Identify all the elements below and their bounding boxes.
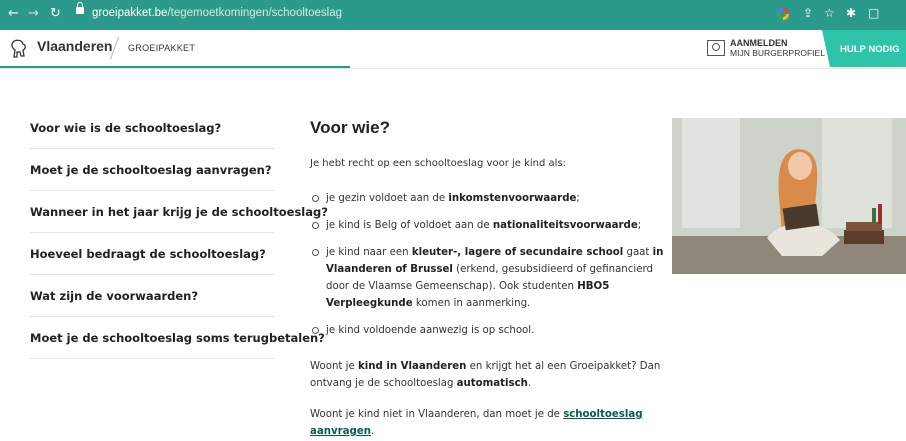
browser-toolbar: ← → ↻ groeipakket.be/tegemoetkomingen/sc… (0, 0, 906, 30)
nav-item-voorwaarden[interactable]: Wat zijn de voorwaarden? (30, 275, 274, 317)
nav-item-bedrag[interactable]: Hoeveel bedraagt de schooltoeslag? (30, 233, 274, 275)
main-content: Voor wie? Je hebt recht op een schooltoe… (310, 118, 665, 437)
url-path: /tegemoetkomingen/schooltoeslag (167, 7, 342, 19)
google-icon[interactable] (777, 8, 789, 20)
apply-paragraph: Woont je kind niet in Vlaanderen, dan mo… (310, 409, 643, 437)
child-reading-photo (672, 118, 906, 274)
share-icon[interactable]: ⇪ (803, 6, 813, 20)
extensions-icon[interactable]: ✱ (846, 6, 856, 20)
site-name[interactable]: GROEIPAKKET (128, 43, 195, 53)
login-link[interactable]: AANMELDEN MIJN BURGERPROFIEL (730, 38, 825, 58)
list-item: je kind naar een kleuter-, lagere of sec… (310, 244, 670, 312)
conditions-list: je gezin voldoet aan de inkomstenvoorwaa… (310, 190, 670, 349)
nav-item-wanneer[interactable]: Wanneer in het jaar krijg je de schoolto… (30, 191, 328, 233)
url-host: groeipakket.be (92, 7, 168, 19)
help-button[interactable]: HULP NODIG (822, 30, 906, 67)
login-sublabel: MIJN BURGERPROFIEL (730, 48, 825, 58)
profile-icon[interactable] (707, 40, 725, 56)
nav-item-terugbetalen[interactable]: Moet je de schooltoeslag soms terugbetal… (30, 317, 325, 359)
nav-item-voor-wie[interactable]: Voor wie is de schooltoeslag? (30, 108, 274, 149)
section-title: Voor wie? (310, 118, 390, 137)
brand-title[interactable]: Vlaanderen (37, 38, 112, 54)
list-item: je gezin voldoet aan de inkomstenvoorwaa… (310, 190, 670, 207)
star-icon[interactable]: ☆ (824, 6, 835, 20)
auto-paragraph: Woont je kind in Vlaanderen en krijgt he… (310, 361, 661, 389)
help-label: HULP NODIG (840, 44, 900, 55)
photo-illustration (672, 118, 906, 274)
address-bar[interactable]: groeipakket.be/tegemoetkomingen/schoolto… (92, 7, 342, 19)
login-label: AANMELDEN (730, 38, 788, 48)
intro-text: Je hebt recht op een schooltoeslag voor … (310, 158, 567, 169)
window-icon[interactable]: □ (868, 6, 879, 20)
lock-icon[interactable] (76, 2, 84, 14)
list-item: je kind is Belg of voldoet aan de nation… (310, 217, 670, 234)
vlaanderen-lion-logo[interactable] (10, 39, 28, 59)
site-header: Vlaanderen GROEIPAKKET AANMELDEN MIJN BU… (0, 30, 906, 69)
header-accent-line (0, 66, 350, 68)
nav-item-aanvragen[interactable]: Moet je de schooltoeslag aanvragen? (30, 149, 274, 191)
reload-icon[interactable]: ↻ (50, 6, 61, 21)
page-section-nav: Voor wie is de schooltoeslag? Moet je de… (30, 108, 328, 359)
back-arrow-icon[interactable]: ← (8, 6, 19, 21)
list-item: je kind voldoende aanwezig is op school. (310, 322, 670, 339)
forward-arrow-icon[interactable]: → (28, 6, 39, 21)
